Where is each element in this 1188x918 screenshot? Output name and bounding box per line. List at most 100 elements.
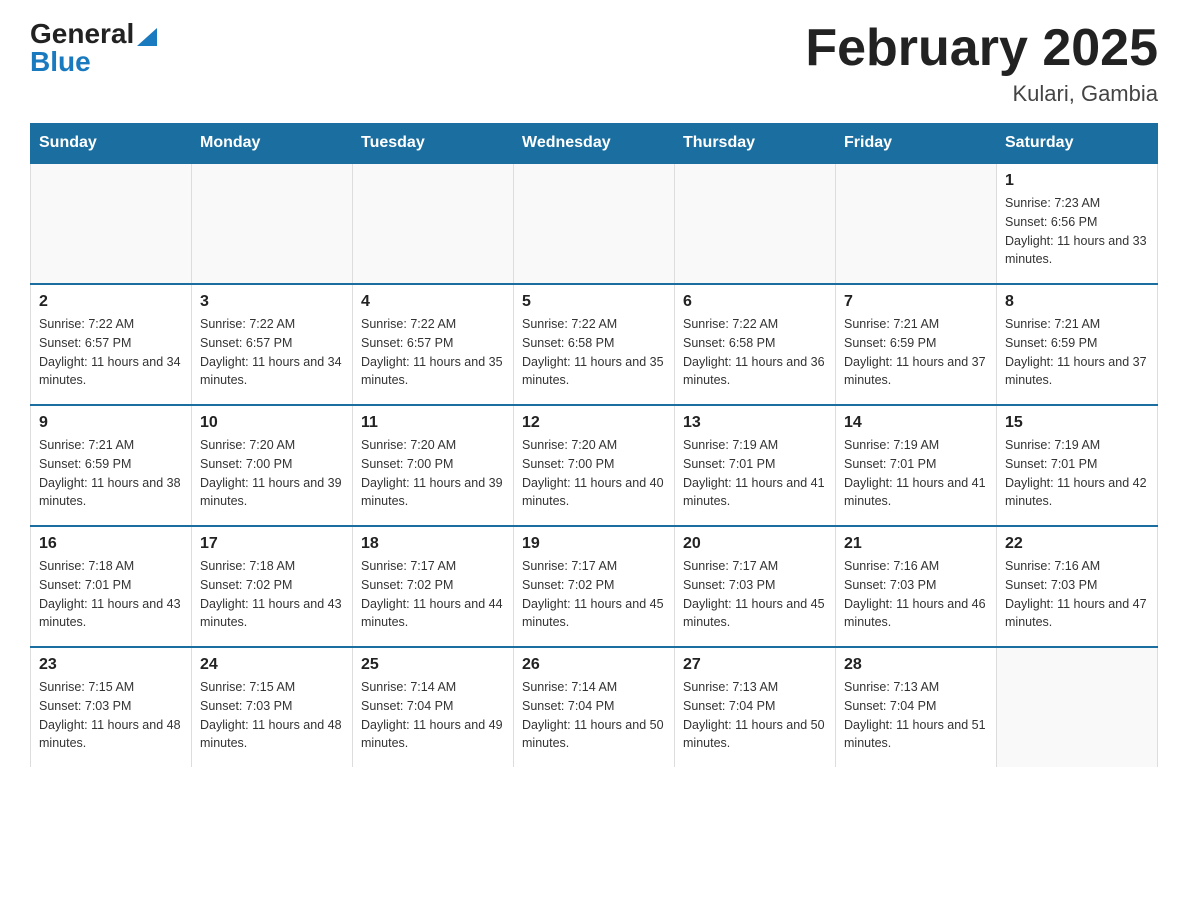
calendar-table: Sunday Monday Tuesday Wednesday Thursday…	[30, 123, 1158, 767]
table-row: 2 Sunrise: 7:22 AMSunset: 6:57 PMDaylight…	[31, 284, 192, 405]
day-number: 8	[1005, 293, 1149, 311]
day-info: Sunrise: 7:18 AMSunset: 7:01 PMDaylight:…	[39, 557, 183, 632]
day-info: Sunrise: 7:21 AMSunset: 6:59 PMDaylight:…	[1005, 315, 1149, 390]
col-sunday: Sunday	[31, 124, 192, 164]
calendar-header-row: Sunday Monday Tuesday Wednesday Thursday…	[31, 124, 1158, 164]
day-info: Sunrise: 7:19 AMSunset: 7:01 PMDaylight:…	[1005, 436, 1149, 511]
day-info: Sunrise: 7:13 AMSunset: 7:04 PMDaylight:…	[844, 678, 988, 753]
day-number: 9	[39, 414, 183, 432]
day-info: Sunrise: 7:20 AMSunset: 7:00 PMDaylight:…	[200, 436, 344, 511]
day-number: 18	[361, 535, 505, 553]
table-row: 4 Sunrise: 7:22 AMSunset: 6:57 PMDaylight…	[353, 284, 514, 405]
table-row: 17Sunrise: 7:18 AMSunset: 7:02 PMDayligh…	[192, 526, 353, 647]
table-row: 14Sunrise: 7:19 AMSunset: 7:01 PMDayligh…	[836, 405, 997, 526]
day-number: 3	[200, 293, 344, 311]
day-info: Sunrise: 7:17 AMSunset: 7:02 PMDaylight:…	[522, 557, 666, 632]
day-info: Sunrise: 7:14 AMSunset: 7:04 PMDaylight:…	[361, 678, 505, 753]
day-info: Sunrise: 7:17 AMSunset: 7:02 PMDaylight:…	[361, 557, 505, 632]
day-info: Sunrise: 7:23 AMSunset: 6:56 PMDaylight:…	[1005, 194, 1149, 269]
day-number: 26	[522, 656, 666, 674]
table-row: 24 Sunrise: 7:15 AMSunset: 7:03 PMDayligh…	[192, 647, 353, 767]
table-row	[192, 163, 353, 284]
table-row: 26 Sunrise: 7:14 AMSunset: 7:04 PMDayligh…	[514, 647, 675, 767]
day-info: Sunrise: 7:22 AMSunset: 6:58 PMDaylight:…	[522, 315, 666, 390]
day-number: 22	[1005, 535, 1149, 553]
table-row: 8 Sunrise: 7:21 AMSunset: 6:59 PMDaylight…	[997, 284, 1158, 405]
logo-general-text: General	[30, 20, 134, 48]
table-row: 22 Sunrise: 7:16 AMSunset: 7:03 PMDayligh…	[997, 526, 1158, 647]
table-row: 28 Sunrise: 7:13 AMSunset: 7:04 PMDayligh…	[836, 647, 997, 767]
page-subtitle: Kulari, Gambia	[805, 81, 1158, 107]
day-info: Sunrise: 7:20 AMSunset: 7:00 PMDaylight:…	[361, 436, 505, 511]
day-number: 25	[361, 656, 505, 674]
day-number: 10	[200, 414, 344, 432]
day-info: Sunrise: 7:13 AMSunset: 7:04 PMDaylight:…	[683, 678, 827, 753]
day-number: 13	[683, 414, 827, 432]
logo-blue-text: Blue	[30, 46, 91, 77]
day-info: Sunrise: 7:22 AMSunset: 6:57 PMDaylight:…	[361, 315, 505, 390]
day-info: Sunrise: 7:15 AMSunset: 7:03 PMDaylight:…	[200, 678, 344, 753]
table-row: 15 Sunrise: 7:19 AMSunset: 7:01 PMDayligh…	[997, 405, 1158, 526]
title-block: February 2025 Kulari, Gambia	[805, 20, 1158, 107]
day-number: 16	[39, 535, 183, 553]
table-row: 23 Sunrise: 7:15 AMSunset: 7:03 PMDayligh…	[31, 647, 192, 767]
col-wednesday: Wednesday	[514, 124, 675, 164]
table-row: 21 Sunrise: 7:16 AMSunset: 7:03 PMDayligh…	[836, 526, 997, 647]
day-info: Sunrise: 7:22 AMSunset: 6:58 PMDaylight:…	[683, 315, 827, 390]
day-number: 24	[200, 656, 344, 674]
table-row: 18 Sunrise: 7:17 AMSunset: 7:02 PMDayligh…	[353, 526, 514, 647]
table-row: 20 Sunrise: 7:17 AMSunset: 7:03 PMDayligh…	[675, 526, 836, 647]
logo: General Blue	[30, 20, 157, 76]
table-row: 13 Sunrise: 7:19 AMSunset: 7:01 PMDayligh…	[675, 405, 836, 526]
day-number: 27	[683, 656, 827, 674]
day-info: Sunrise: 7:22 AMSunset: 6:57 PMDaylight:…	[39, 315, 183, 390]
page-title: February 2025	[805, 20, 1158, 77]
day-number: 12	[522, 414, 666, 432]
day-number: 15	[1005, 414, 1149, 432]
day-number: 19	[522, 535, 666, 553]
day-info: Sunrise: 7:21 AMSunset: 6:59 PMDaylight:…	[39, 436, 183, 511]
table-row: 25 Sunrise: 7:14 AMSunset: 7:04 PMDayligh…	[353, 647, 514, 767]
day-info: Sunrise: 7:17 AMSunset: 7:03 PMDaylight:…	[683, 557, 827, 632]
day-number: 2	[39, 293, 183, 311]
day-info: Sunrise: 7:19 AMSunset: 7:01 PMDaylight:…	[844, 436, 988, 511]
table-row: 7Sunrise: 7:21 AMSunset: 6:59 PMDaylight…	[836, 284, 997, 405]
table-row	[836, 163, 997, 284]
day-info: Sunrise: 7:19 AMSunset: 7:01 PMDaylight:…	[683, 436, 827, 511]
day-number: 4	[361, 293, 505, 311]
table-row: 6 Sunrise: 7:22 AMSunset: 6:58 PMDaylight…	[675, 284, 836, 405]
day-number: 6	[683, 293, 827, 311]
col-saturday: Saturday	[997, 124, 1158, 164]
day-info: Sunrise: 7:16 AMSunset: 7:03 PMDaylight:…	[844, 557, 988, 632]
table-row	[31, 163, 192, 284]
day-number: 1	[1005, 172, 1149, 190]
table-row: 12 Sunrise: 7:20 AMSunset: 7:00 PMDayligh…	[514, 405, 675, 526]
table-row: 9 Sunrise: 7:21 AMSunset: 6:59 PMDaylight…	[31, 405, 192, 526]
table-row: 19 Sunrise: 7:17 AMSunset: 7:02 PMDayligh…	[514, 526, 675, 647]
col-monday: Monday	[192, 124, 353, 164]
day-info: Sunrise: 7:15 AMSunset: 7:03 PMDaylight:…	[39, 678, 183, 753]
table-row: 1 Sunrise: 7:23 AMSunset: 6:56 PMDaylight…	[997, 163, 1158, 284]
table-row	[353, 163, 514, 284]
table-row	[514, 163, 675, 284]
table-row: 5Sunrise: 7:22 AMSunset: 6:58 PMDaylight…	[514, 284, 675, 405]
col-friday: Friday	[836, 124, 997, 164]
day-info: Sunrise: 7:16 AMSunset: 7:03 PMDaylight:…	[1005, 557, 1149, 632]
day-number: 11	[361, 414, 505, 432]
day-number: 28	[844, 656, 988, 674]
day-info: Sunrise: 7:20 AMSunset: 7:00 PMDaylight:…	[522, 436, 666, 511]
table-row: 16 Sunrise: 7:18 AMSunset: 7:01 PMDayligh…	[31, 526, 192, 647]
col-tuesday: Tuesday	[353, 124, 514, 164]
day-number: 23	[39, 656, 183, 674]
day-info: Sunrise: 7:21 AMSunset: 6:59 PMDaylight:…	[844, 315, 988, 390]
table-row	[997, 647, 1158, 767]
logo-arrow-icon	[137, 24, 157, 46]
table-row: 27 Sunrise: 7:13 AMSunset: 7:04 PMDayligh…	[675, 647, 836, 767]
day-info: Sunrise: 7:14 AMSunset: 7:04 PMDaylight:…	[522, 678, 666, 753]
day-number: 17	[200, 535, 344, 553]
table-row	[675, 163, 836, 284]
day-number: 21	[844, 535, 988, 553]
table-row: 11 Sunrise: 7:20 AMSunset: 7:00 PMDayligh…	[353, 405, 514, 526]
table-row: 3Sunrise: 7:22 AMSunset: 6:57 PMDaylight…	[192, 284, 353, 405]
day-number: 20	[683, 535, 827, 553]
